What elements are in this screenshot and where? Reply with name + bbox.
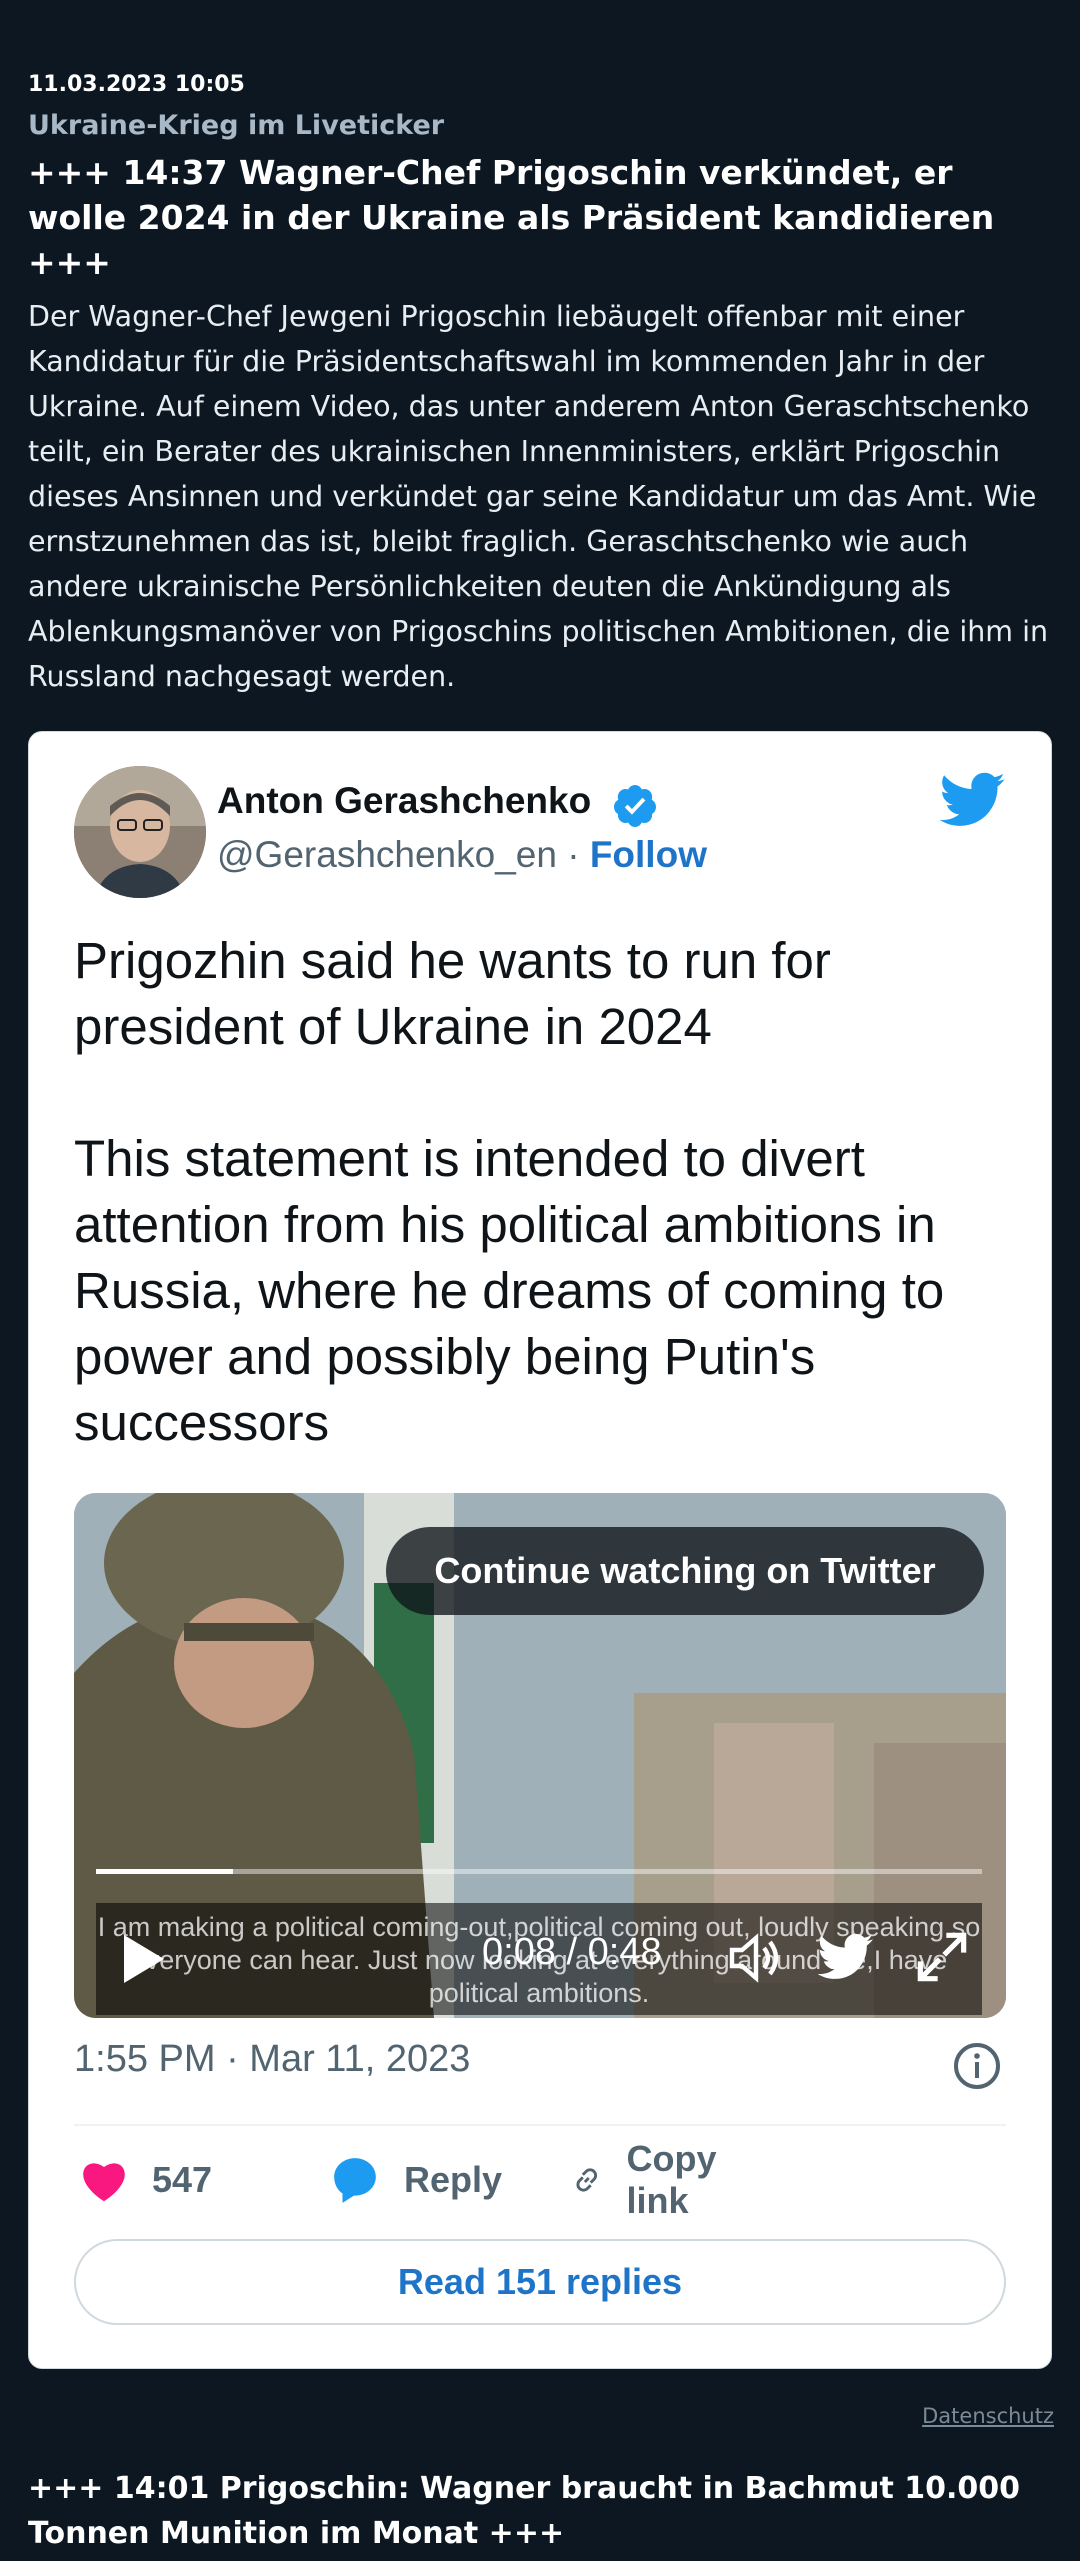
tweet-handle-row: @Gerashchenko_en · Follow xyxy=(217,834,707,876)
tweet-handle[interactable]: @Gerashchenko_en xyxy=(217,834,557,875)
video-player[interactable]: Continue watching on Twitter I am making… xyxy=(74,1493,1006,2018)
volume-icon[interactable] xyxy=(728,1933,784,1983)
tweet-divider xyxy=(74,2124,1006,2126)
avatar[interactable] xyxy=(74,766,206,898)
verified-badge-icon xyxy=(614,785,656,827)
heart-icon xyxy=(83,2163,125,2202)
video-progress-bar[interactable] xyxy=(96,1869,982,1874)
fullscreen-icon[interactable] xyxy=(916,1931,968,1983)
like-count: 547 xyxy=(152,2159,213,2200)
reply-button[interactable]: Reply xyxy=(330,2150,502,2210)
tweet-author-name[interactable]: Anton Gerashchenko xyxy=(217,780,591,822)
play-icon[interactable] xyxy=(120,1933,168,1985)
copy-link-label: Copy link xyxy=(626,2138,717,2221)
link-icon xyxy=(576,2168,598,2192)
privacy-link[interactable]: Datenschutz xyxy=(922,2404,1054,2428)
video-progress-fill xyxy=(96,1869,234,1874)
follow-button[interactable]: Follow xyxy=(590,834,707,875)
twitter-bird-icon[interactable] xyxy=(818,1933,874,1981)
like-button[interactable]: 547 xyxy=(80,2150,212,2210)
info-icon[interactable] xyxy=(953,2042,1001,2090)
twitter-bird-icon[interactable] xyxy=(940,772,1006,828)
next-entry-headline[interactable]: +++ 14:01 Prigoschin: Wagner braucht in … xyxy=(28,2466,1048,2556)
entry-date: 11.03.2023 10:05 xyxy=(28,72,245,97)
entry-body: Der Wagner-Chef Jewgeni Prigoschin liebä… xyxy=(28,300,1049,693)
embedded-tweet: Anton Gerashchenko @Gerashchenko_en · Fo… xyxy=(28,731,1052,2369)
entry-headline: +++ 14:37 Wagner-Chef Prigoschin verkünd… xyxy=(28,153,995,282)
tweet-text: Prigozhin said he wants to run for presi… xyxy=(74,932,945,1451)
reply-bubble-icon xyxy=(334,2158,376,2203)
video-controls: I am making a political coming-out,polit… xyxy=(96,1903,982,2015)
copy-link-button[interactable]: Copy link xyxy=(571,2138,733,2221)
reply-label: Reply xyxy=(404,2159,503,2200)
continue-watching-button[interactable]: Continue watching on Twitter xyxy=(386,1527,984,1615)
read-replies-button[interactable]: Read 151 replies xyxy=(74,2239,1006,2325)
entry-kicker[interactable]: Ukraine-Krieg im Liveticker xyxy=(28,110,444,141)
video-time: 0:08 / 0:48 xyxy=(482,1931,662,1973)
tweet-timestamp[interactable]: 1:55 PM · Mar 11, 2023 xyxy=(74,2038,470,2081)
handle-separator: · xyxy=(556,834,590,875)
